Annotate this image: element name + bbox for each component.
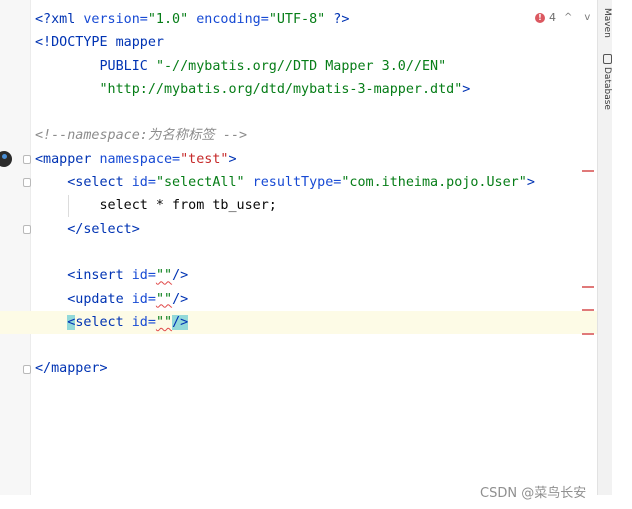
error-icon: ! [535, 12, 545, 23]
code-text: <select id="selectAll" resultType="com.i… [35, 171, 535, 194]
code-token: id= [131, 291, 156, 307]
code-token: resultType= [244, 175, 342, 191]
code-token: id= [131, 175, 156, 191]
fold-marker-mapper[interactable] [23, 155, 31, 164]
code-token: > [462, 81, 471, 97]
code-text: <select id=""/> [35, 311, 189, 334]
code-token: </select> [35, 221, 140, 237]
code-editor[interactable]: <?xml version="1.0" encoding="UTF-8" ?> <… [0, 8, 597, 381]
code-text: <insert id=""/> [35, 264, 188, 287]
code-line[interactable]: select * from tb_user; [0, 194, 597, 217]
code-token: "test" [180, 151, 229, 167]
watermark: CSDN @菜鸟长安 [480, 486, 587, 501]
code-token: "" [155, 314, 173, 330]
code-text: </mapper> [35, 357, 108, 380]
code-token: /> [172, 268, 189, 284]
code-token: ?> [325, 12, 350, 27]
code-line[interactable]: <select id=""/> [0, 310, 597, 335]
error-stripe-mark[interactable] [582, 170, 594, 172]
code-token: id= [131, 268, 156, 284]
code-text: <mapper namespace="test"> [35, 148, 237, 171]
code-token: /> [172, 314, 189, 330]
code-text: <?xml version="1.0" encoding="UTF-8" ?> [35, 8, 349, 31]
next-problem-button[interactable]: v [580, 12, 594, 23]
code-token: "selectAll" [155, 175, 245, 191]
code-token: <!DOCTYPE mapper [35, 35, 164, 51]
code-token: "http://mybatis.org/dtd/mybatis-3-mapper… [35, 81, 463, 97]
code-line[interactable]: "http://mybatis.org/dtd/mybatis-3-mapper… [0, 78, 597, 101]
code-line[interactable]: </select> [0, 218, 597, 241]
code-token: <!--namespace:为名称标签 --> [35, 128, 248, 144]
code-line[interactable]: <select id="selectAll" resultType="com.i… [0, 171, 597, 194]
error-count: 4 [549, 11, 556, 24]
code-line[interactable] [0, 101, 597, 124]
code-token: "" [155, 268, 173, 284]
error-stripe-mark[interactable] [582, 286, 594, 288]
code-token: <select [35, 175, 132, 191]
code-text: select * from tb_user; [35, 194, 277, 217]
code-text: <update id=""/> [35, 288, 188, 311]
code-token: > [228, 151, 237, 167]
code-token: /> [172, 291, 189, 307]
code-line[interactable] [0, 334, 597, 357]
code-token: <insert [35, 268, 132, 284]
database-label: Database [602, 67, 612, 110]
code-token: <update [35, 291, 132, 307]
inspections-widget[interactable]: ! 4 ^ v [535, 11, 594, 24]
indent-guide [68, 195, 69, 217]
code-line[interactable]: PUBLIC "-//mybatis.org//DTD Mapper 3.0//… [0, 55, 597, 78]
code-line[interactable]: <?xml version="1.0" encoding="UTF-8" ?> [0, 8, 597, 31]
code-token: <mapper [35, 151, 100, 167]
code-line[interactable]: <!--namespace:为名称标签 --> [0, 124, 597, 147]
code-token: namespace= [99, 151, 181, 167]
error-stripe-mark[interactable] [582, 333, 594, 335]
code-text: <!--namespace:为名称标签 --> [35, 124, 247, 147]
fold-marker-mapper-end[interactable] [23, 365, 31, 374]
code-token: "com.itheima.pojo.User" [341, 175, 527, 191]
code-line[interactable]: <!DOCTYPE mapper [0, 31, 597, 54]
code-token: "UTF-8" [268, 12, 326, 27]
error-stripe-mark[interactable] [582, 309, 594, 311]
code-text: </select> [35, 218, 140, 241]
code-token: <?xml [35, 12, 84, 27]
code-text: <!DOCTYPE mapper [35, 31, 164, 54]
code-line[interactable] [0, 241, 597, 264]
code-token: "" [155, 291, 173, 307]
code-line[interactable]: <insert id=""/> [0, 264, 597, 287]
database-tool-button[interactable]: Database [598, 54, 612, 110]
code-token: "1.0" [147, 12, 189, 27]
code-token: > [526, 175, 535, 191]
database-icon [602, 54, 612, 64]
code-text: "http://mybatis.org/dtd/mybatis-3-mapper… [35, 78, 470, 101]
code-line[interactable]: <update id=""/> [0, 288, 597, 311]
maven-tool-button[interactable]: Maven [598, 8, 612, 38]
previous-problem-button[interactable]: ^ [560, 12, 576, 23]
code-text: PUBLIC "-//mybatis.org//DTD Mapper 3.0//… [35, 55, 446, 78]
code-token: "-//mybatis.org//DTD Mapper 3.0//EN" [155, 58, 447, 74]
code-token: version= [83, 12, 148, 27]
code-token: </mapper> [35, 361, 108, 377]
code-token: id= [131, 314, 156, 330]
code-token: PUBLIC [35, 58, 156, 74]
code-token: select [75, 314, 132, 330]
fold-marker-select-end[interactable] [23, 225, 31, 234]
code-line[interactable]: <mapper namespace="test"> [0, 148, 597, 171]
fold-marker-select[interactable] [23, 178, 31, 187]
code-line[interactable]: </mapper> [0, 357, 597, 380]
code-token: select * from tb_user; [35, 198, 277, 214]
right-tool-window-bar: Maven Database [597, 0, 612, 495]
code-token: encoding= [188, 12, 269, 27]
